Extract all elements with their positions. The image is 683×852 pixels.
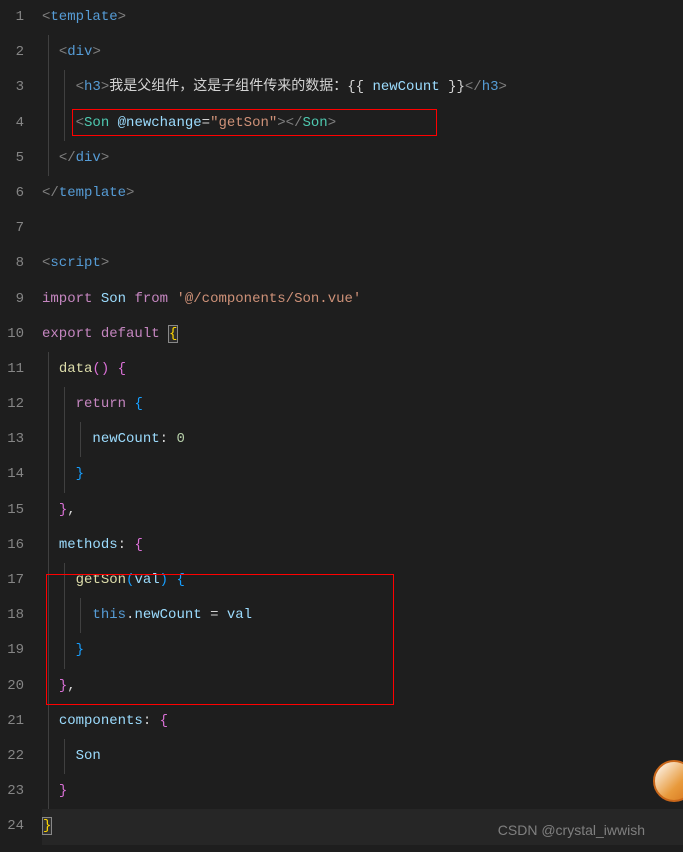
- line-number: 9: [0, 282, 24, 317]
- line-number: 2: [0, 35, 24, 70]
- line-number-gutter: 123456789101112131415161718192021222324: [0, 0, 38, 852]
- code-line[interactable]: <h3>我是父组件，这是子组件传来的数据：{{ newCount }}</h3>: [42, 70, 683, 105]
- code-line[interactable]: <script>: [42, 246, 683, 281]
- code-line[interactable]: }: [42, 633, 683, 668]
- line-number: 13: [0, 422, 24, 457]
- code-line[interactable]: <div>: [42, 35, 683, 70]
- line-number: 8: [0, 246, 24, 281]
- line-number: 4: [0, 106, 24, 141]
- line-number: 23: [0, 774, 24, 809]
- code-line[interactable]: },: [42, 669, 683, 704]
- line-number: 16: [0, 528, 24, 563]
- line-number: 6: [0, 176, 24, 211]
- code-line[interactable]: import Son from '@/components/Son.vue': [42, 282, 683, 317]
- line-number: 21: [0, 704, 24, 739]
- line-number: 17: [0, 563, 24, 598]
- code-line[interactable]: },: [42, 493, 683, 528]
- code-line[interactable]: export default {: [42, 317, 683, 352]
- line-number: 7: [0, 211, 24, 246]
- code-line[interactable]: [42, 211, 683, 246]
- code-editor[interactable]: 123456789101112131415161718192021222324 …: [0, 0, 683, 852]
- code-line[interactable]: getSon(val) {: [42, 563, 683, 598]
- line-number: 24: [0, 809, 24, 844]
- code-line[interactable]: this.newCount = val: [42, 598, 683, 633]
- code-area[interactable]: <template> <div> <h3>我是父组件，这是子组件传来的数据：{{…: [38, 0, 683, 852]
- code-line[interactable]: </template>: [42, 176, 683, 211]
- code-line[interactable]: methods: {: [42, 528, 683, 563]
- code-line[interactable]: return {: [42, 387, 683, 422]
- code-line[interactable]: }: [42, 774, 683, 809]
- code-line[interactable]: </div>: [42, 141, 683, 176]
- code-line[interactable]: <template>: [42, 0, 683, 35]
- code-line[interactable]: Son: [42, 739, 683, 774]
- line-number: 11: [0, 352, 24, 387]
- line-number: 20: [0, 669, 24, 704]
- code-line[interactable]: <Son @newchange="getSon"></Son>: [42, 106, 683, 141]
- line-number: 14: [0, 457, 24, 492]
- code-line[interactable]: data() {: [42, 352, 683, 387]
- watermark-text: CSDN @crystal_iwwish: [498, 822, 645, 838]
- line-number: 10: [0, 317, 24, 352]
- code-line[interactable]: newCount: 0: [42, 422, 683, 457]
- line-number: 5: [0, 141, 24, 176]
- line-number: 15: [0, 493, 24, 528]
- line-number: 19: [0, 633, 24, 668]
- line-number: 18: [0, 598, 24, 633]
- line-number: 12: [0, 387, 24, 422]
- line-number: 22: [0, 739, 24, 774]
- line-number: 1: [0, 0, 24, 35]
- line-number: 3: [0, 70, 24, 105]
- code-line[interactable]: }: [42, 457, 683, 492]
- code-line[interactable]: components: {: [42, 704, 683, 739]
